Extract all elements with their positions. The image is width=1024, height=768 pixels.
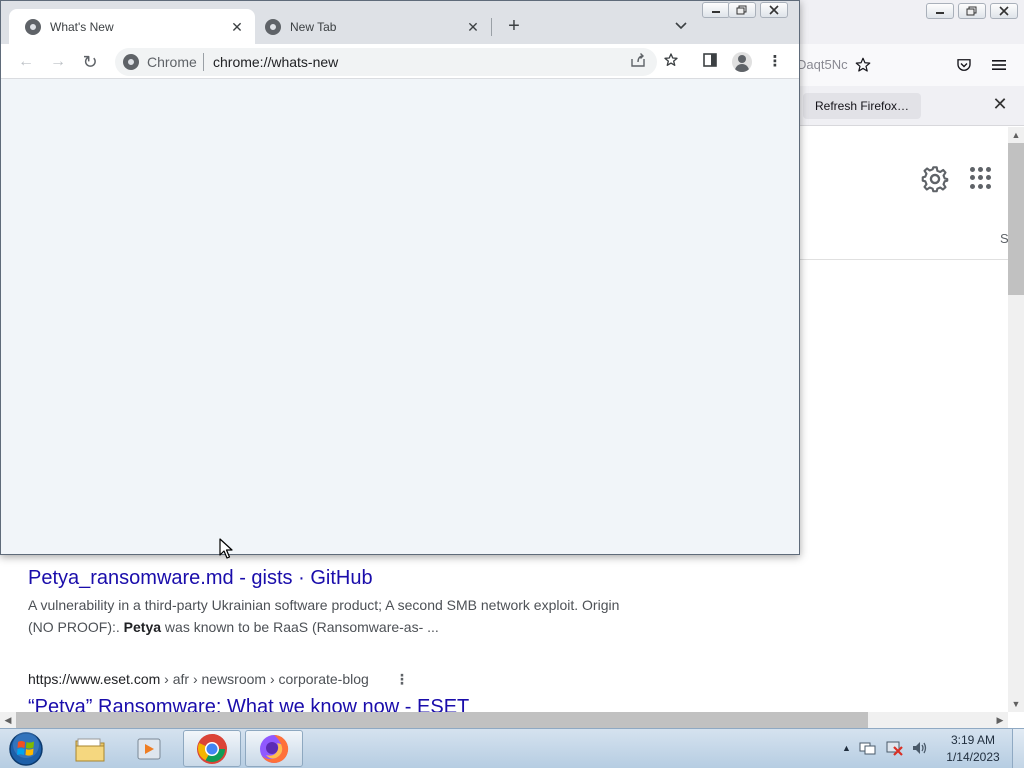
bookmark-star-icon[interactable] bbox=[661, 52, 681, 72]
result-title-link[interactable]: “Petya” Ransomware: What we know now - E… bbox=[28, 695, 469, 712]
side-panel-icon[interactable] bbox=[700, 52, 720, 72]
omnibox-scheme-chip: Chrome bbox=[147, 54, 197, 70]
firefox-close-button[interactable] bbox=[990, 3, 1018, 19]
scroll-down-arrow-icon[interactable]: ▼ bbox=[1008, 696, 1024, 712]
snippet-line: A vulnerability in a third-party Ukraini… bbox=[28, 597, 620, 613]
tab-separator bbox=[491, 18, 492, 36]
clock-time: 3:19 AM bbox=[950, 733, 996, 747]
mouse-cursor-icon bbox=[219, 538, 233, 559]
close-icon bbox=[999, 6, 1009, 16]
search-result-snippet: A vulnerability in a third-party Ukraini… bbox=[28, 594, 648, 638]
chrome-favicon-icon bbox=[265, 18, 281, 35]
snippet-line: was known to be RaaS (Ransomware-as- ... bbox=[161, 619, 439, 635]
result-url-host[interactable]: https://www.eset.com bbox=[28, 671, 160, 687]
chrome-favicon-icon bbox=[25, 18, 41, 35]
search-result: https://www.eset.com › afr › newsroom › … bbox=[28, 669, 469, 712]
tab-label: What's New bbox=[50, 19, 114, 34]
chrome-icon bbox=[197, 733, 227, 764]
tab-search-chevron-icon[interactable] bbox=[672, 17, 690, 35]
chrome-site-icon bbox=[123, 54, 139, 70]
windows-logo-icon bbox=[9, 732, 43, 766]
tab-close-icon[interactable]: ✕ bbox=[465, 19, 481, 35]
share-icon[interactable] bbox=[628, 52, 648, 72]
result-url-path: › afr › newsroom › corporate-blog bbox=[160, 671, 369, 687]
minimize-icon bbox=[936, 12, 944, 14]
tab-label: New Tab bbox=[290, 19, 337, 34]
search-tab-fragment[interactable]: S bbox=[1000, 231, 1008, 246]
show-hidden-icons-arrow-icon[interactable]: ▲ bbox=[842, 743, 851, 753]
folder-icon bbox=[75, 738, 105, 761]
horizontal-scrollbar-thumb[interactable] bbox=[16, 712, 868, 728]
search-result: Petya_ransomware.md - gists · GitHub bbox=[28, 566, 373, 590]
chrome-close-button[interactable] bbox=[760, 2, 788, 18]
start-button[interactable] bbox=[6, 731, 46, 767]
forward-arrow-icon[interactable]: → bbox=[48, 52, 68, 72]
result-more-options-icon[interactable]: ⋮ bbox=[395, 669, 409, 689]
reload-icon[interactable]: ↻ bbox=[80, 52, 100, 72]
result-title-link[interactable]: Petya_ransomware.md - gists · GitHub bbox=[28, 566, 373, 590]
media-player-icon bbox=[137, 738, 161, 759]
chrome-minimize-button[interactable] bbox=[702, 2, 730, 18]
firefox-restore-button[interactable] bbox=[958, 3, 986, 19]
restore-icon bbox=[736, 5, 747, 15]
scroll-up-arrow-icon[interactable]: ▲ bbox=[1008, 127, 1024, 143]
chrome-page-content bbox=[1, 80, 799, 554]
firefox-url-bar-text[interactable]: Daqt5Nc bbox=[797, 57, 848, 72]
omnibox-divider bbox=[203, 53, 204, 71]
system-tray: ▲ bbox=[842, 738, 929, 758]
results-divider bbox=[800, 259, 1008, 260]
tab-new-tab[interactable]: New Tab ✕ bbox=[255, 9, 491, 44]
refresh-firefox-button[interactable]: Refresh Firefox… bbox=[803, 93, 922, 119]
chrome-window: What's New ✕ New Tab ✕ + ← → ↻ Chrome ch… bbox=[0, 0, 800, 555]
pocket-icon[interactable] bbox=[953, 54, 975, 76]
firefox-icon bbox=[260, 734, 289, 763]
hamburger-menu-icon[interactable] bbox=[988, 54, 1010, 76]
taskbar-explorer-button[interactable] bbox=[61, 730, 119, 767]
bookmark-star-icon[interactable] bbox=[852, 54, 874, 76]
taskbar-chrome-button[interactable] bbox=[183, 730, 241, 767]
scroll-left-arrow-icon[interactable]: ◀ bbox=[0, 712, 16, 728]
minimize-icon bbox=[712, 11, 720, 13]
new-tab-button[interactable]: + bbox=[504, 16, 524, 36]
clock-date: 1/14/2023 bbox=[946, 750, 1000, 764]
vertical-scrollbar-thumb[interactable] bbox=[1008, 143, 1024, 295]
omnibox-url-text[interactable]: chrome://whats-new bbox=[213, 54, 338, 70]
scroll-right-arrow-icon[interactable]: ▶ bbox=[992, 712, 1008, 728]
volume-speaker-icon[interactable] bbox=[911, 740, 929, 756]
show-desktop-button[interactable] bbox=[1012, 729, 1024, 768]
action-center-flag-icon[interactable] bbox=[859, 740, 877, 756]
chrome-menu-kebab-icon[interactable]: ⋮ bbox=[765, 52, 785, 72]
tab-whats-new[interactable]: What's New ✕ bbox=[9, 9, 255, 44]
profile-avatar-icon[interactable] bbox=[732, 52, 752, 72]
taskbar-media-player-button[interactable] bbox=[121, 730, 179, 767]
taskbar-firefox-button[interactable] bbox=[245, 730, 303, 767]
chrome-restore-button[interactable] bbox=[728, 2, 756, 18]
apps-grid-icon[interactable] bbox=[970, 167, 992, 189]
close-icon bbox=[769, 5, 779, 15]
snippet-line: (NO PROOF):. bbox=[28, 619, 124, 635]
taskbar-clock[interactable]: 3:19 AM 1/14/2023 bbox=[936, 732, 1010, 766]
back-arrow-icon[interactable]: ← bbox=[16, 52, 36, 72]
notification-close-icon[interactable]: ✕ bbox=[990, 94, 1010, 114]
restore-icon bbox=[966, 6, 977, 16]
gear-icon[interactable] bbox=[921, 165, 949, 193]
firefox-minimize-button[interactable] bbox=[926, 3, 954, 19]
network-disconnected-icon[interactable] bbox=[885, 740, 903, 756]
tab-close-icon[interactable]: ✕ bbox=[229, 19, 245, 35]
snippet-bold-term: Petya bbox=[123, 619, 162, 635]
